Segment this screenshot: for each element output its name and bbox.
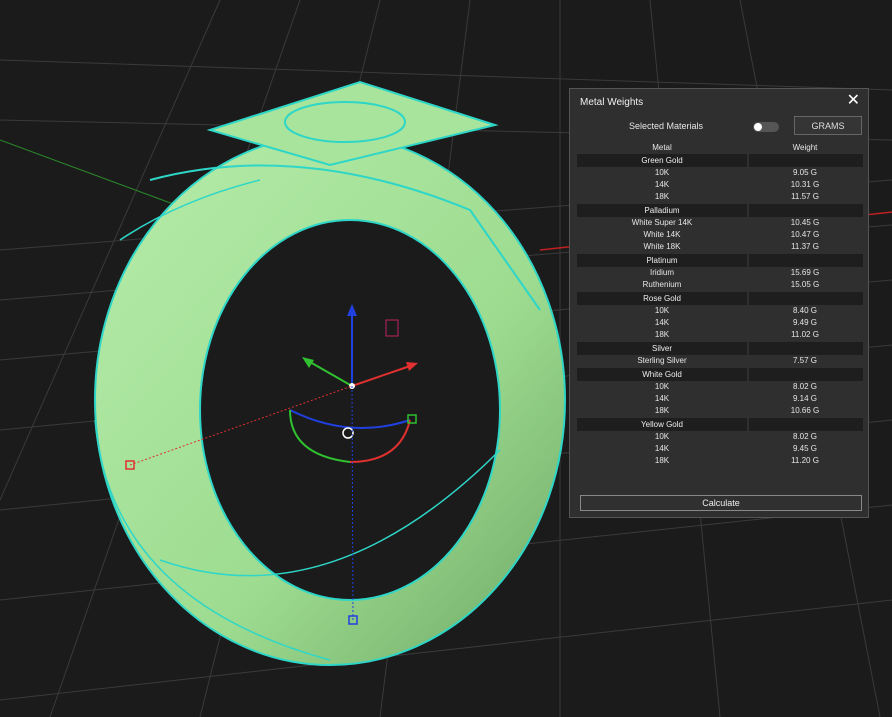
- table-header: Metal Weight: [577, 141, 863, 153]
- table-row: 18K 11.20 G: [577, 455, 863, 467]
- metal-cell: 18K: [654, 456, 670, 465]
- group-blank: [749, 342, 863, 355]
- table-row: Sterling Silver 7.57 G: [577, 355, 863, 367]
- table-row: 14K 10.31 G: [577, 179, 863, 191]
- weight-cell: 7.57 G: [792, 356, 817, 365]
- weight-cell: 11.37 G: [791, 242, 819, 251]
- table-row: 18K 10.66 G: [577, 405, 863, 417]
- table-row: 18K 11.57 G: [577, 191, 863, 203]
- table-row: 10K 8.40 G: [577, 305, 863, 317]
- panel-title: Metal Weights: [580, 97, 644, 108]
- weight-cell: 10.47 G: [790, 230, 820, 239]
- group-header: Silver: [577, 342, 863, 355]
- weight-cell: 9.05 G: [792, 168, 817, 177]
- table-row: Ruthenium 15.05 G: [577, 279, 863, 291]
- col-weight-header: Weight: [792, 142, 818, 152]
- weight-cell: 9.14 G: [792, 394, 817, 403]
- weight-cell: 10.31 G: [790, 180, 820, 189]
- weight-cell: 8.40 G: [792, 306, 817, 315]
- group-name: White Gold: [577, 368, 747, 381]
- selected-materials-label: Selected Materials: [629, 121, 704, 131]
- group-name: Platinum: [577, 254, 747, 267]
- metal-cell: White Super 14K: [631, 218, 693, 227]
- group-header: Yellow Gold: [577, 418, 863, 431]
- group-header: Rose Gold: [577, 292, 863, 305]
- metal-cell: Ruthenium: [642, 280, 682, 289]
- weight-cell: 11.20 G: [791, 456, 819, 465]
- metal-cell: 10K: [654, 168, 670, 177]
- weight-cell: 10.66 G: [790, 406, 820, 415]
- weight-cell: 9.45 G: [792, 444, 817, 453]
- weight-cell: 8.02 G: [792, 382, 817, 391]
- metal-cell: 14K: [654, 444, 670, 453]
- col-metal-header: Metal: [652, 142, 672, 152]
- group-header: Palladium: [577, 204, 863, 217]
- group-name: Rose Gold: [577, 292, 747, 305]
- table-row: 10K 8.02 G: [577, 381, 863, 393]
- group-name: Palladium: [577, 204, 747, 217]
- metal-cell: 10K: [654, 432, 670, 441]
- group-header: Green Gold: [577, 154, 863, 167]
- weight-cell: 15.69 G: [790, 268, 820, 277]
- group-blank: [749, 254, 863, 267]
- group-blank: [749, 418, 863, 431]
- metal-cell: 14K: [654, 394, 670, 403]
- table-row: 10K 9.05 G: [577, 167, 863, 179]
- metal-cell: 14K: [654, 180, 670, 189]
- table-row: 14K 9.14 G: [577, 393, 863, 405]
- metal-cell: 18K: [654, 406, 670, 415]
- group-name: Green Gold: [577, 154, 747, 167]
- toggle-knob: [754, 123, 762, 131]
- group-blank: [749, 368, 863, 381]
- metal-cell: Sterling Silver: [637, 356, 687, 365]
- group-blank: [749, 292, 863, 305]
- group-name: Silver: [577, 342, 747, 355]
- weight-cell: 9.49 G: [792, 318, 817, 327]
- group-header: White Gold: [577, 368, 863, 381]
- table-row: 14K 9.49 G: [577, 317, 863, 329]
- table-row: White 18K 11.37 G: [577, 241, 863, 253]
- calculate-button[interactable]: Calculate: [580, 495, 862, 511]
- weight-cell: 11.57 G: [791, 192, 819, 201]
- weight-cell: 8.02 G: [792, 432, 817, 441]
- weight-cell: 15.05 G: [790, 280, 820, 289]
- metal-cell: 10K: [654, 382, 670, 391]
- group-blank: [749, 204, 863, 217]
- group-blank: [749, 154, 863, 167]
- weight-cell: 11.02 G: [791, 330, 819, 339]
- table-body: Green Gold 10K 9.05 G 14K 10.31 G 18K 11.57 GP…: [577, 154, 863, 467]
- table-row: 14K 9.45 G: [577, 443, 863, 455]
- weight-cell: 10.45 G: [790, 218, 820, 227]
- metal-cell: Iridium: [649, 268, 674, 277]
- table-row: 10K 8.02 G: [577, 431, 863, 443]
- metal-cell: 14K: [654, 318, 670, 327]
- metal-weights-panel: Metal Weights ✕ Selected Materials GRAMS…: [569, 88, 869, 518]
- metal-cell: White 18K: [643, 242, 681, 251]
- group-header: Platinum: [577, 254, 863, 267]
- metal-cell: 10K: [654, 306, 670, 315]
- group-name: Yellow Gold: [577, 418, 747, 431]
- table-row: Iridium 15.69 G: [577, 267, 863, 279]
- table-row: 18K 11.02 G: [577, 329, 863, 341]
- weights-table: Metal Weight Green Gold 10K 9.05 G 14K 10.31…: [577, 141, 863, 467]
- table-row: White 14K 10.47 G: [577, 229, 863, 241]
- table-row: White Super 14K 10.45 G: [577, 217, 863, 229]
- units-button[interactable]: GRAMS: [794, 116, 862, 135]
- metal-cell: White 14K: [643, 230, 681, 239]
- selected-materials-toggle[interactable]: [753, 122, 779, 132]
- close-icon[interactable]: ✕: [847, 92, 860, 110]
- metal-cell: 18K: [654, 192, 670, 201]
- metal-cell: 18K: [654, 330, 670, 339]
